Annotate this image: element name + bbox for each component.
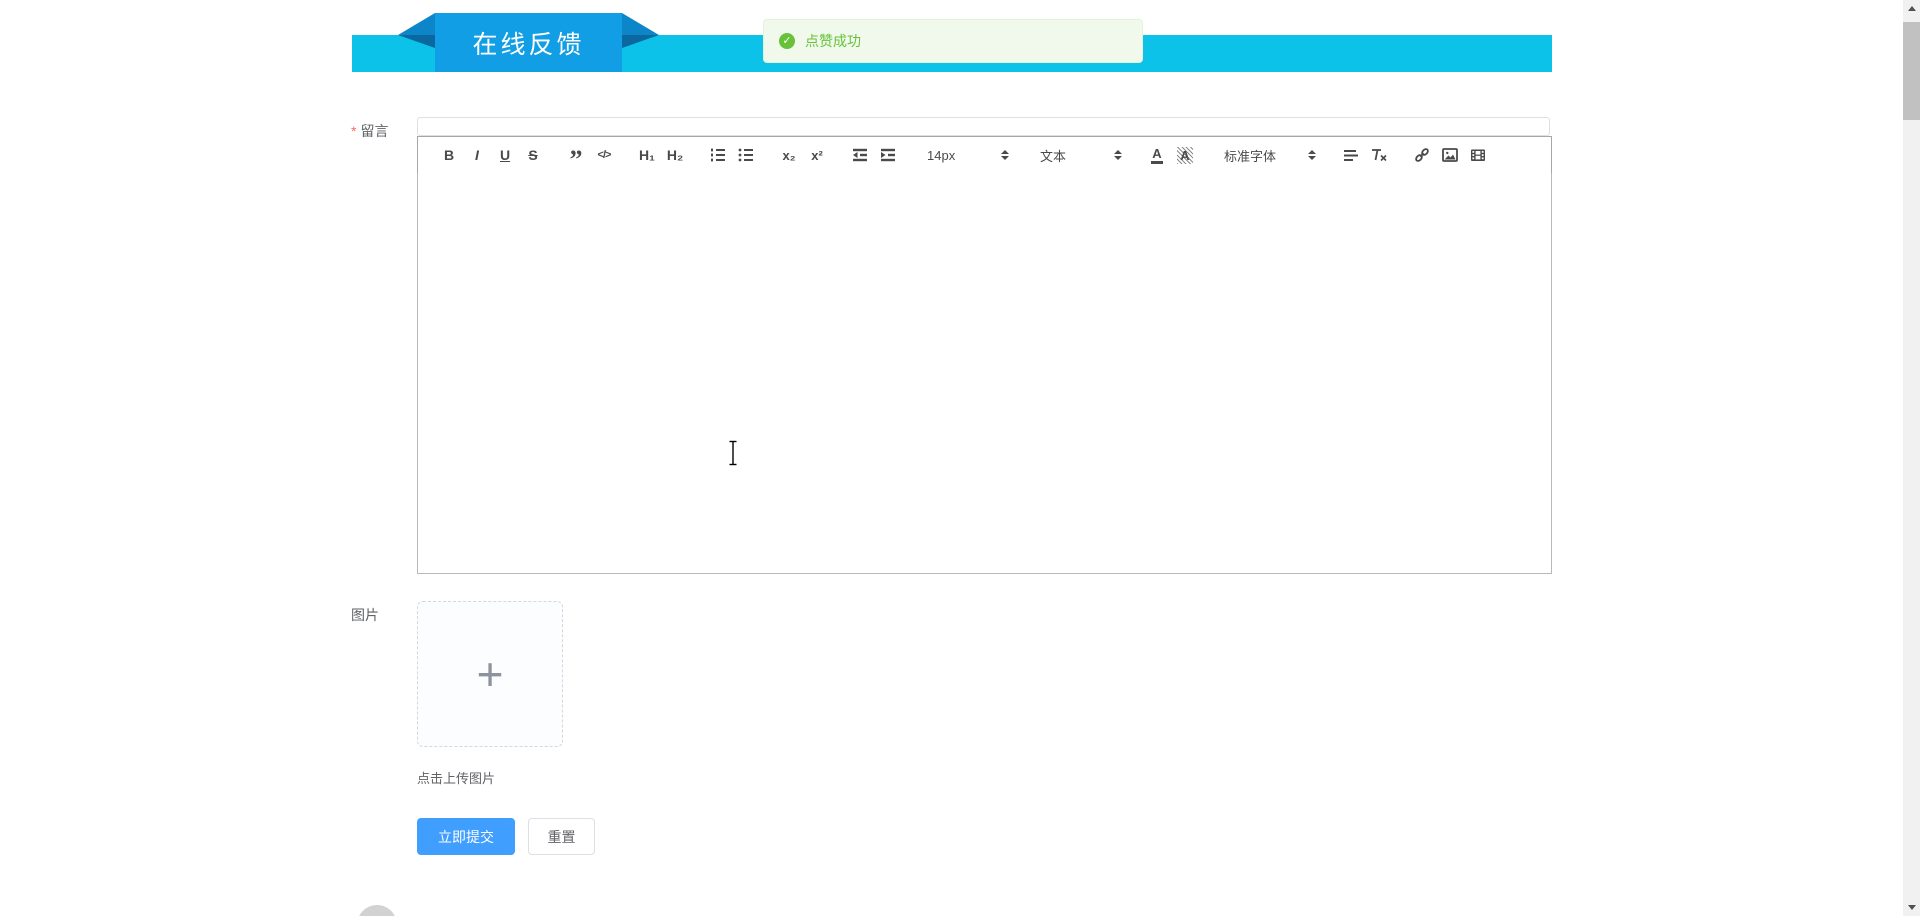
- font-family-picker[interactable]: 标准字体: [1214, 143, 1322, 167]
- format-group-color: A A: [1143, 143, 1199, 167]
- strike-button[interactable]: S: [519, 143, 547, 167]
- font-size-picker[interactable]: 14px: [917, 143, 1015, 167]
- video-button[interactable]: [1464, 143, 1492, 167]
- page-title: 在线反馈: [472, 30, 585, 59]
- toast-message: 点赞成功: [805, 33, 861, 49]
- upload-hint: 点击上传图片: [417, 771, 496, 786]
- video-icon: [1471, 149, 1485, 161]
- outdent-button[interactable]: [846, 143, 874, 167]
- editor-toolbar: B I U S ” </> H₁ H₂ x₂ x² 14px 文本 A A 标准…: [417, 136, 1552, 174]
- text-cursor: [727, 440, 739, 471]
- subscript-button[interactable]: x₂: [775, 143, 803, 167]
- clean-format-button[interactable]: [1365, 143, 1393, 167]
- message-label: * 留言: [351, 121, 388, 141]
- ordered-list-button[interactable]: [704, 143, 732, 167]
- superscript-button[interactable]: x²: [803, 143, 831, 167]
- success-toast: ✓ 点赞成功: [763, 19, 1143, 63]
- underline-button[interactable]: U: [491, 143, 519, 167]
- bullet-list-icon: [738, 148, 753, 162]
- updown-arrows-icon: [1001, 150, 1009, 160]
- image-upload-box[interactable]: +: [417, 601, 563, 747]
- ribbon-left-fold: [398, 35, 435, 48]
- background-color-button[interactable]: A: [1171, 143, 1199, 167]
- scrollbar-thumb[interactable]: [1903, 22, 1920, 120]
- format-group-media: [1408, 143, 1492, 167]
- background-color-icon: A: [1177, 146, 1193, 164]
- code-block-button[interactable]: </>: [590, 143, 618, 167]
- clean-format-icon: [1372, 149, 1387, 162]
- image-label: 图片: [351, 607, 379, 623]
- submit-button[interactable]: 立即提交: [417, 818, 515, 855]
- italic-button[interactable]: I: [463, 143, 491, 167]
- font-family-value: 标准字体: [1224, 148, 1277, 164]
- align-button[interactable]: [1337, 143, 1365, 167]
- image-button[interactable]: [1436, 143, 1464, 167]
- format-group-font: 标准字体: [1214, 143, 1322, 167]
- format-group-inline: B I U S: [435, 143, 547, 167]
- scroll-down-button[interactable]: [1903, 899, 1920, 916]
- link-button[interactable]: [1408, 143, 1436, 167]
- plus-icon: +: [476, 648, 504, 700]
- align-icon: [1344, 150, 1358, 161]
- indent-icon: [881, 148, 895, 162]
- required-mark: *: [351, 123, 357, 139]
- format-group-size: 14px: [917, 143, 1015, 167]
- editor-top-input[interactable]: [417, 117, 1550, 136]
- header1-button[interactable]: H₁: [633, 143, 661, 167]
- bullet-list-button[interactable]: [732, 143, 760, 167]
- format-group-header: H₁ H₂: [633, 143, 689, 167]
- font-size-value: 14px: [927, 147, 956, 163]
- format-group-script: x₂ x²: [775, 143, 831, 167]
- editor-content-area[interactable]: [417, 173, 1552, 574]
- vertical-scrollbar[interactable]: [1903, 0, 1920, 916]
- paragraph-style-value: 文本: [1040, 148, 1067, 164]
- image-icon: [1442, 148, 1458, 162]
- ribbon-right-fold: [622, 35, 659, 48]
- avatar: [357, 905, 397, 916]
- arrow-up-icon: [1907, 6, 1916, 11]
- text-color-icon: A: [1151, 147, 1163, 164]
- success-check-icon: ✓: [779, 33, 795, 49]
- format-group-block: ” </>: [562, 138, 618, 173]
- page-title-ribbon: 在线反馈: [435, 13, 622, 72]
- ribbon-right-wing: [622, 13, 659, 35]
- outdent-icon: [853, 148, 867, 162]
- ribbon-left-wing: [398, 13, 435, 35]
- message-label-text: 留言: [360, 123, 389, 139]
- format-group-list: [704, 143, 760, 167]
- ordered-list-icon: [711, 148, 725, 162]
- header2-button[interactable]: H₂: [661, 143, 689, 167]
- blockquote-button[interactable]: ”: [562, 138, 590, 173]
- scroll-up-button[interactable]: [1903, 0, 1920, 17]
- bold-button[interactable]: B: [435, 143, 463, 167]
- link-icon: [1415, 148, 1429, 162]
- paragraph-style-picker[interactable]: 文本: [1030, 143, 1128, 167]
- text-color-button[interactable]: A: [1143, 143, 1171, 167]
- online-feedback-page: 在线反馈 ✓ 点赞成功 * 留言 B I U S ” </> H₁ H₂ x₂ …: [0, 0, 1920, 916]
- arrow-down-icon: [1907, 905, 1916, 910]
- format-group-indent: [846, 143, 902, 167]
- updown-arrows-icon: [1308, 150, 1316, 160]
- indent-button[interactable]: [874, 143, 902, 167]
- reset-button[interactable]: 重置: [528, 818, 595, 855]
- updown-arrows-icon: [1114, 150, 1122, 160]
- format-group-paragraph: 文本: [1030, 143, 1128, 167]
- format-group-misc: [1337, 143, 1393, 167]
